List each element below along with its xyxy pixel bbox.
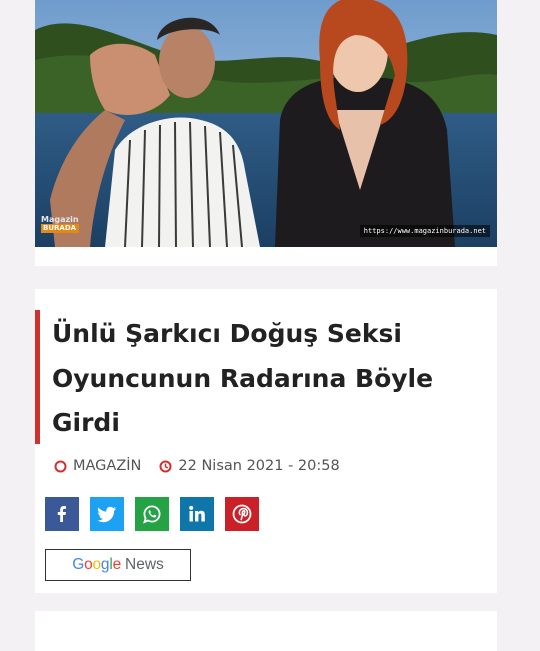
article-body-card bbox=[35, 611, 497, 651]
facebook-icon bbox=[57, 506, 66, 522]
share-pinterest-button[interactable] bbox=[225, 497, 259, 531]
google-news-brand: Google bbox=[72, 556, 122, 573]
article-title: Ünlü Şarkıcı Doğuş Seksi Oyuncunun Radar… bbox=[52, 319, 434, 437]
featured-image[interactable]: Magazin BURADA https://www.magazinburada… bbox=[35, 0, 497, 247]
share-twitter-button[interactable] bbox=[90, 497, 124, 531]
article-meta: MAGAZİN 22 Nisan 2021 - 20:58 bbox=[54, 456, 340, 476]
featured-photo bbox=[35, 0, 497, 247]
site-logo-watermark: Magazin BURADA bbox=[41, 215, 79, 233]
share-facebook-button[interactable] bbox=[45, 497, 79, 531]
article-category[interactable]: MAGAZİN bbox=[73, 458, 141, 474]
share-linkedin-button[interactable] bbox=[180, 497, 214, 531]
watermark-url: https://www.magazinburada.net bbox=[359, 225, 490, 237]
twitter-icon bbox=[97, 506, 116, 523]
google-news-label: News bbox=[125, 556, 164, 573]
category-circle-icon bbox=[54, 460, 67, 473]
share-whatsapp-button[interactable] bbox=[135, 497, 169, 531]
title-accent-bar bbox=[35, 310, 40, 444]
article-date: 22 Nisan 2021 - 20:58 bbox=[178, 458, 340, 474]
clock-icon bbox=[159, 460, 172, 473]
whatsapp-icon bbox=[143, 505, 161, 524]
title-block: Ünlü Şarkıcı Doğuş Seksi Oyuncunun Radar… bbox=[35, 310, 497, 444]
linkedin-icon bbox=[189, 505, 205, 522]
article-header-card: Ünlü Şarkıcı Doğuş Seksi Oyuncunun Radar… bbox=[35, 289, 497, 593]
google-news-follow-button[interactable]: Google News bbox=[45, 549, 191, 581]
share-buttons bbox=[45, 497, 270, 531]
featured-image-card: Magazin BURADA https://www.magazinburada… bbox=[35, 0, 497, 266]
pinterest-icon bbox=[232, 504, 252, 524]
